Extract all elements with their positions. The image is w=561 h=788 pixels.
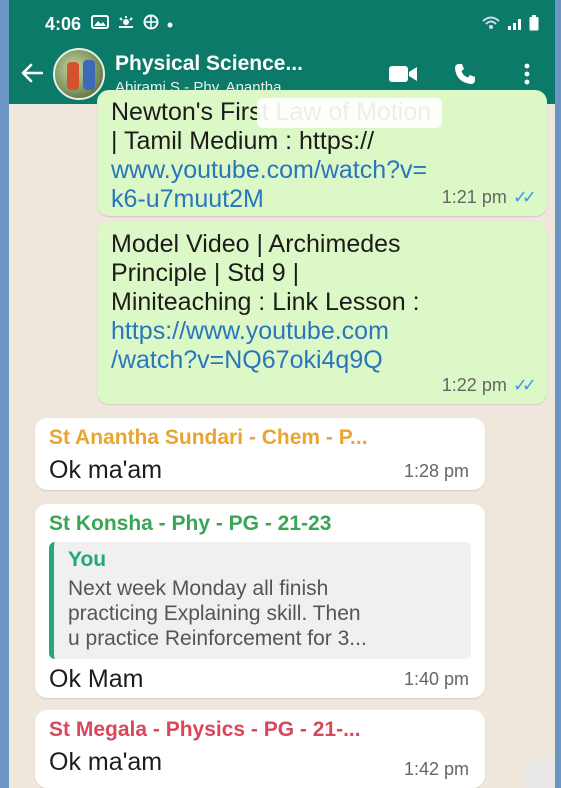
quoted-sender: You xyxy=(68,548,107,571)
message-bubble-incoming[interactable]: St Konsha - Phy - PG - 21-23 You Next we… xyxy=(35,504,485,698)
more-options-icon[interactable] xyxy=(509,56,545,92)
sender-name[interactable]: St Megala - Physics - PG - 21-... xyxy=(49,718,471,742)
video-call-icon[interactable] xyxy=(385,56,421,92)
redaction-overlay xyxy=(257,98,442,128)
message-link[interactable]: www.youtube.com/watch?v= xyxy=(111,156,533,185)
gallery-notification-icon xyxy=(91,14,110,34)
back-arrow-icon[interactable] xyxy=(17,59,47,90)
message-text: | Tamil Medium : https:// xyxy=(111,127,375,155)
more-notifications-dot-icon xyxy=(167,15,173,33)
signal-icon xyxy=(507,16,523,33)
status-bar: 4:06 xyxy=(9,0,555,48)
voice-call-icon[interactable] xyxy=(447,56,483,92)
message-bubble-incoming[interactable]: St Megala - Physics - PG - 21-... Ok ma'… xyxy=(35,710,485,788)
browser-notification-icon xyxy=(143,14,159,35)
quoted-text: Next week Monday all finish xyxy=(68,577,329,600)
read-receipt-icon: ✓✓ xyxy=(512,187,537,207)
weather-notification-icon xyxy=(117,15,135,34)
battery-icon xyxy=(529,14,539,34)
chat-title: Physical Science... xyxy=(115,52,303,75)
message-time: 1:28 pm xyxy=(403,461,469,481)
message-link[interactable]: /watch?v=NQ67oki4q9Q xyxy=(111,346,533,375)
message-time: 1:42 pm xyxy=(403,759,469,779)
phone-screen: 4:06 Physical Science... Abirami S - Phy… xyxy=(9,0,555,788)
message-text: Model Video | Archimedes xyxy=(111,230,401,258)
message-link[interactable]: https://www.youtube.com xyxy=(111,317,533,346)
message-time: 1:40 pm xyxy=(403,669,469,689)
quoted-text: u practice Reinforcement for 3... xyxy=(68,627,367,650)
status-time: 4:06 xyxy=(45,13,82,34)
sender-name[interactable]: St Anantha Sundari - Chem - P... xyxy=(49,426,471,450)
scroll-down-button[interactable] xyxy=(523,756,555,788)
message-bubble-outgoing[interactable]: Newton's First Law of Motion | Tamil Med… xyxy=(97,90,547,216)
wifi-icon xyxy=(481,16,501,33)
message-bubble-incoming[interactable]: St Anantha Sundari - Chem - P... Ok ma'a… xyxy=(35,418,485,490)
quoted-text: practicing Explaining skill. Then xyxy=(68,602,361,625)
message-list[interactable]: Newton's First Law of Motion | Tamil Med… xyxy=(9,90,555,788)
quoted-message[interactable]: You Next week Monday all finish practici… xyxy=(49,542,471,659)
message-text: Miniteaching : Link Lesson : xyxy=(111,288,420,316)
sender-name[interactable]: St Konsha - Phy - PG - 21-23 xyxy=(49,512,471,536)
group-avatar[interactable] xyxy=(53,48,105,100)
message-time: 1:22 pm xyxy=(441,375,507,395)
message-bubble-outgoing[interactable]: Model Video | Archimedes Principle | Std… xyxy=(97,222,547,404)
message-time: 1:21 pm xyxy=(441,187,507,207)
message-text: Principle | Std 9 | xyxy=(111,259,300,287)
read-receipt-icon: ✓✓ xyxy=(512,375,537,395)
